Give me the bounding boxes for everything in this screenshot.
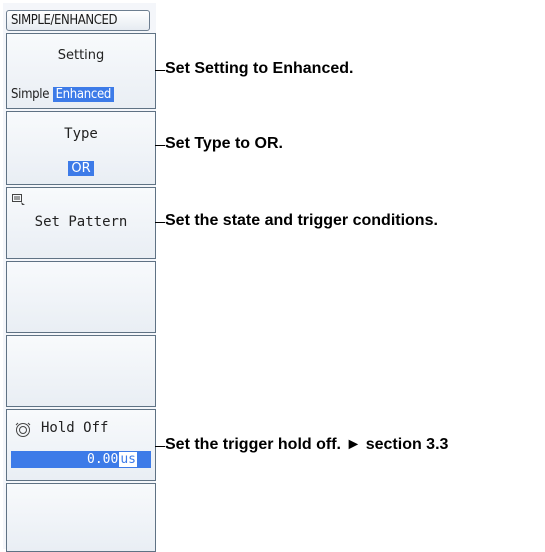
empty-key-7 [6, 483, 156, 552]
setting-options: Simple Enhanced [11, 87, 153, 102]
callout-hold-off: Set the trigger hold off. ► section 3.3 [165, 436, 449, 453]
set-pattern-key[interactable]: Set Pattern [6, 187, 156, 259]
hold-off-key-title: Hold Off [41, 420, 109, 436]
rotary-knob-icon [15, 422, 31, 437]
hold-off-key[interactable]: Hold Off 0.00 us [6, 409, 156, 481]
soft-key-panel: SIMPLE/ENHANCED Setting Simple Enhanced … [3, 3, 156, 552]
callout-line-setting [155, 70, 165, 71]
callout-line-type [155, 145, 165, 146]
empty-key-5 [6, 335, 156, 407]
type-key-title: Type [64, 126, 98, 142]
callout-type: Set Type to OR. [165, 135, 283, 152]
setting-key[interactable]: Setting Simple Enhanced [6, 33, 156, 109]
type-value: OR [68, 161, 94, 176]
callout-pattern: Set the state and trigger conditions. [165, 212, 438, 229]
callout-line-pattern [155, 222, 165, 223]
callout-setting: Set Setting to Enhanced. [165, 60, 354, 77]
callout-line-hold-off [155, 446, 165, 447]
hold-off-value-field[interactable]: 0.00 us [11, 451, 151, 468]
option-enhanced-selected: Enhanced [52, 87, 115, 102]
hold-off-unit: us [119, 452, 137, 467]
set-pattern-key-title: Set Pattern [34, 214, 128, 230]
menu-header: SIMPLE/ENHANCED [6, 10, 150, 31]
type-key[interactable]: Type OR [6, 111, 156, 185]
option-simple: Simple [11, 87, 50, 102]
hold-off-value: 0.00 [87, 452, 119, 467]
pattern-icon [12, 194, 25, 205]
setting-key-title: Setting [57, 48, 105, 63]
empty-key-4 [6, 261, 156, 333]
